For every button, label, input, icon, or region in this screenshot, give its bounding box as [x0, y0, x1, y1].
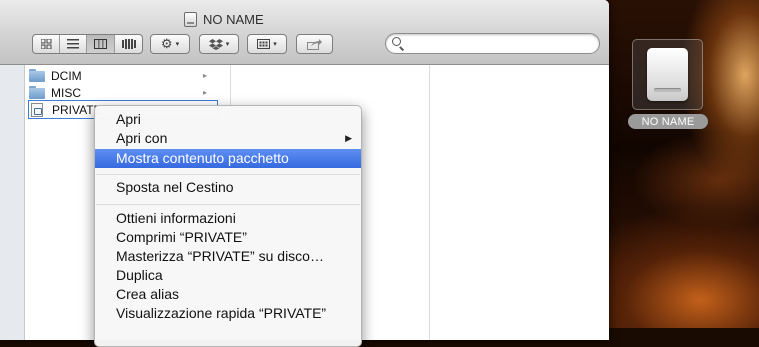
menu-item-masterizza[interactable]: Masterizza “PRIVATE” su disco… — [95, 247, 361, 266]
chevron-down-icon: ▾ — [225, 41, 230, 48]
menu-item-mostra-contenuto-pacchetto[interactable]: Mostra contenuto pacchetto — [95, 149, 361, 168]
drive-icon — [184, 11, 197, 27]
menu-separator — [96, 204, 360, 205]
share-button[interactable] — [296, 34, 333, 54]
list-item-label: MISC — [51, 85, 81, 100]
folder-icon — [29, 86, 45, 99]
package-icon — [31, 102, 43, 117]
menu-item-comprimi[interactable]: Comprimi “PRIVATE” — [95, 228, 361, 247]
chevron-right-icon: ▸ — [202, 88, 207, 97]
column-view-button[interactable] — [87, 35, 115, 53]
list-item-label: DCIM — [51, 68, 82, 83]
search-input[interactable] — [406, 36, 595, 53]
coverflow-view-button[interactable] — [115, 35, 142, 53]
browser-column-3[interactable] — [430, 65, 609, 340]
toolbar: NO NAME ⚙ ▾ ▾ ▾ — [0, 0, 609, 65]
icon-view-icon — [40, 39, 51, 49]
desktop-drive-label[interactable]: NO NAME — [628, 114, 708, 129]
gear-icon: ⚙ — [160, 36, 173, 51]
menu-item-visualizzazione-rapida[interactable]: Visualizzazione rapida “PRIVATE” — [95, 304, 361, 323]
window-title-text: NO NAME — [203, 11, 264, 27]
menu-item-duplica[interactable]: Duplica — [95, 266, 361, 285]
context-menu: Apri Apri con ▶ Mostra contenuto pacchet… — [94, 105, 362, 347]
menu-item-apri-con[interactable]: Apri con ▶ — [95, 129, 361, 148]
dropbox-menu-button[interactable]: ▾ — [199, 34, 239, 54]
action-menu-button[interactable]: ⚙ ▾ — [150, 34, 190, 54]
menu-item-ottieni-informazioni[interactable]: Ottieni informazioni — [95, 209, 361, 228]
search-icon — [392, 37, 401, 46]
chevron-down-icon: ▾ — [175, 41, 180, 48]
submenu-arrow-icon: ▶ — [345, 133, 352, 143]
external-drive-icon — [647, 48, 688, 101]
search-field[interactable] — [385, 33, 600, 54]
folder-icon — [29, 69, 45, 82]
coverflow-view-icon — [121, 39, 136, 49]
list-item-misc[interactable]: MISC ▸ — [29, 84, 217, 101]
share-icon — [307, 38, 322, 50]
chevron-right-icon: ▸ — [202, 71, 207, 80]
chevron-down-icon: ▾ — [273, 41, 277, 48]
menu-separator — [96, 174, 360, 175]
view-segmented-control — [32, 34, 143, 54]
menu-item-sposta-nel-cestino[interactable]: Sposta nel Cestino — [95, 178, 361, 197]
column-view-icon — [94, 39, 107, 49]
list-item-dcim[interactable]: DCIM ▸ — [29, 67, 217, 84]
list-view-button[interactable] — [60, 35, 87, 53]
desktop-drive-icon[interactable] — [632, 39, 703, 110]
icon-view-button[interactable] — [33, 35, 60, 53]
arrange-icon — [257, 39, 271, 49]
arrange-menu-button[interactable]: ▾ — [247, 34, 287, 54]
menu-item-apri[interactable]: Apri — [95, 110, 361, 129]
window-title: NO NAME — [184, 10, 264, 28]
sidebar[interactable] — [0, 65, 25, 340]
menu-item-crea-alias[interactable]: Crea alias — [95, 285, 361, 304]
dropbox-icon — [208, 38, 223, 50]
list-view-icon — [67, 39, 79, 49]
